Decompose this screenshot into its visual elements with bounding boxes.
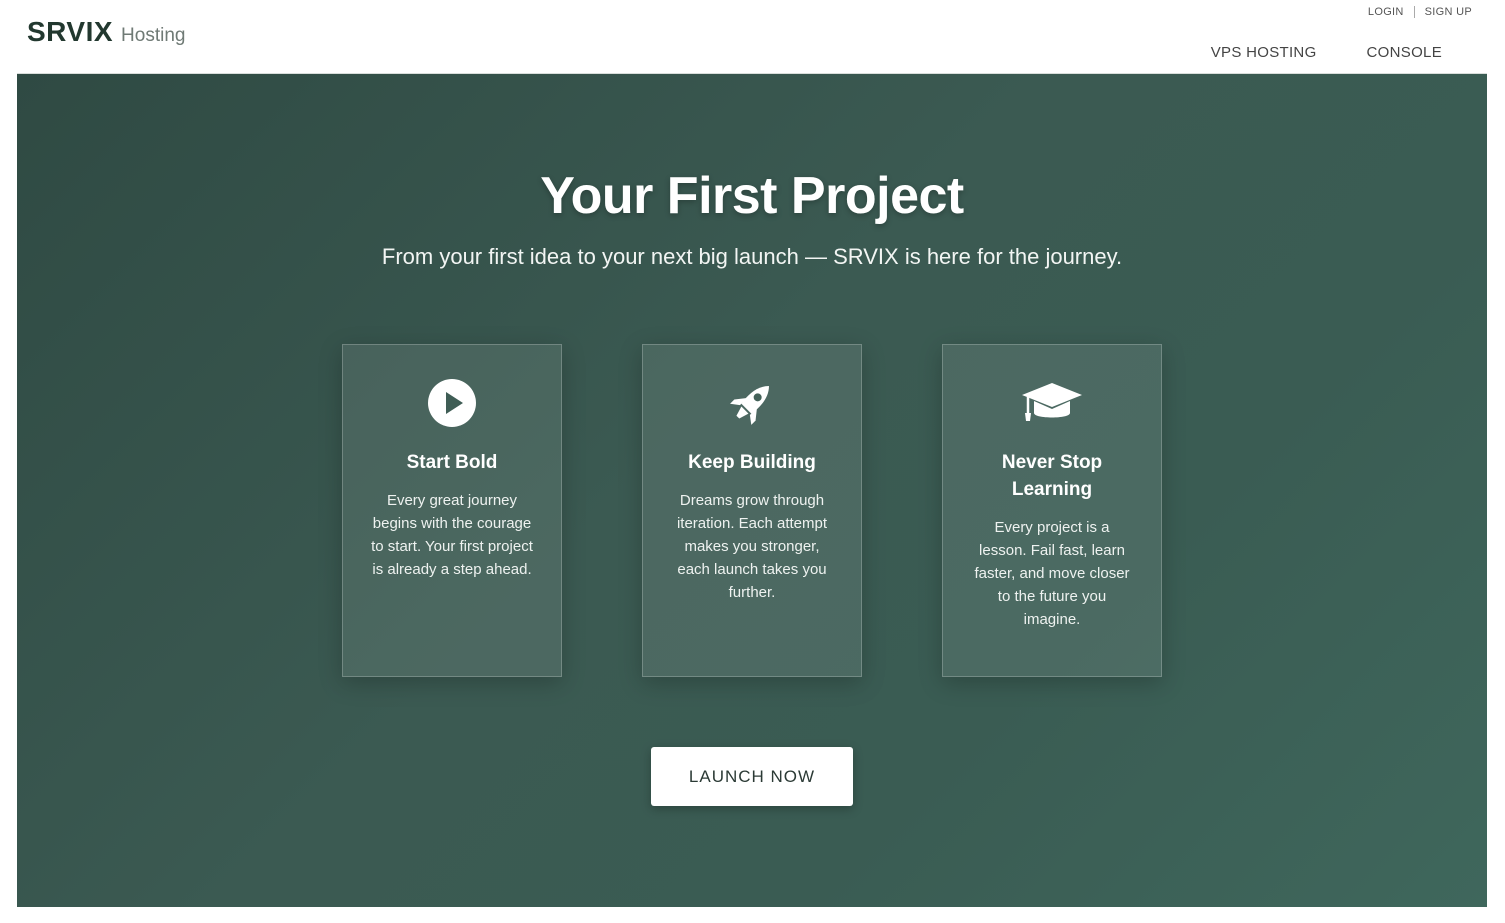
signup-link[interactable]: SIGN UP (1425, 6, 1472, 18)
play-circle-icon (343, 377, 561, 429)
hero-subtitle: From your first idea to your next big la… (381, 244, 1123, 269)
card-text: Every project is a lesson. Fail fast, le… (974, 519, 1130, 628)
card-title: Start Bold (406, 452, 498, 473)
graduation-cap-icon (943, 377, 1161, 429)
auth-links: LOGIN SIGN UP (1368, 6, 1472, 18)
auth-divider (1413, 6, 1415, 18)
card-title: Keep Building (688, 452, 816, 473)
feature-card-start-bold: Start Bold Every great journey begins wi… (342, 344, 562, 677)
nav-console[interactable]: CONSOLE (1367, 44, 1442, 61)
rocket-icon (643, 377, 861, 429)
feature-card-keep-building: Keep Building Dreams grow through iterat… (642, 344, 862, 677)
brand-subtitle: Hosting (121, 25, 186, 46)
brand-name: SRVIX (27, 16, 114, 47)
hero-section: Your First Project From your first idea … (17, 74, 1487, 907)
feature-card-never-stop-learning: Never Stop Learning Every project is a l… (942, 344, 1162, 677)
card-text: Dreams grow through iteration. Each atte… (676, 492, 828, 601)
hero-title: Your First Project (540, 167, 964, 225)
launch-now-button[interactable]: LAUNCH NOW (651, 747, 853, 806)
card-text: Every great journey begins with the cour… (371, 492, 533, 578)
card-title: Never Stop Learning (1001, 452, 1103, 500)
main-nav: VPS HOSTING CONSOLE (1211, 44, 1442, 61)
top-header: SRVIX Hosting LOGIN SIGN UP VPS HOSTING … (17, 0, 1487, 74)
nav-vps-hosting[interactable]: VPS HOSTING (1211, 44, 1317, 61)
login-link[interactable]: LOGIN (1368, 6, 1404, 18)
brand-logo[interactable]: SRVIX Hosting (27, 16, 185, 48)
